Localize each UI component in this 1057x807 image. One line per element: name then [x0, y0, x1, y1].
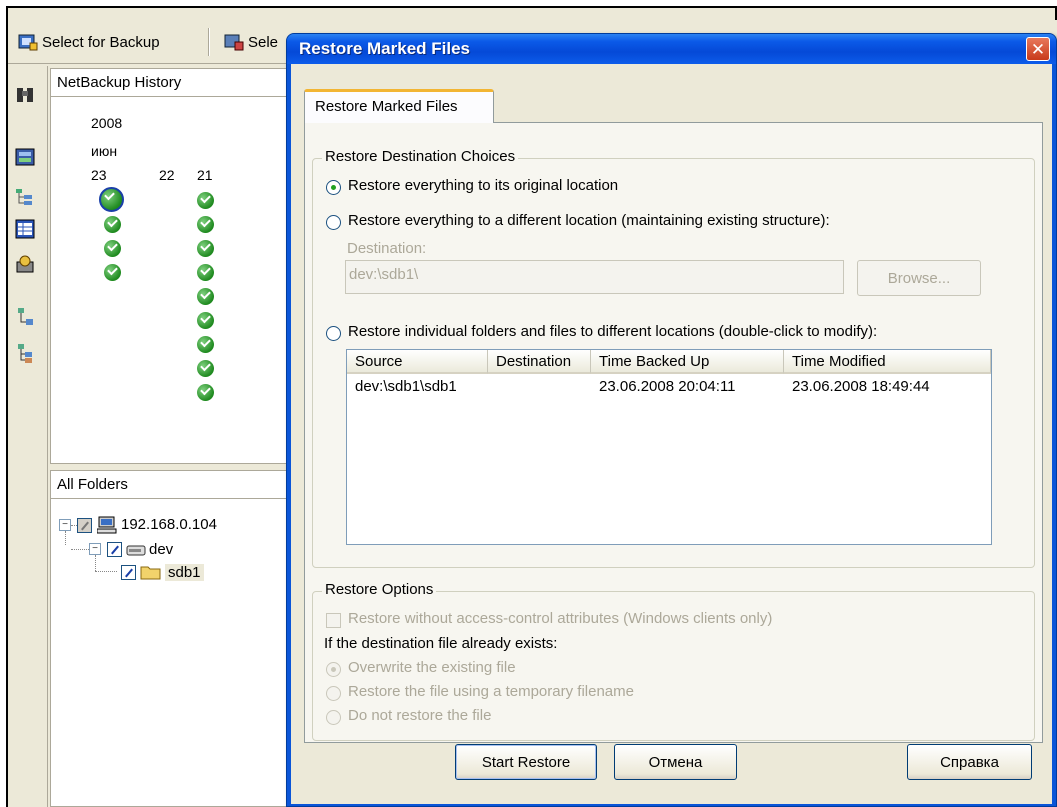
checkbox-no-acl[interactable] [326, 613, 341, 628]
exists-label: If the destination file already exists: [324, 635, 558, 652]
tab-page: Restore Destination Choices Restore ever… [304, 122, 1043, 743]
dialog-title: Restore Marked Files [299, 39, 471, 58]
close-icon: ✕ [1030, 39, 1046, 59]
column-header-source[interactable]: Source [347, 350, 488, 374]
help-button[interactable]: Справка [907, 744, 1032, 780]
backup-success-icon[interactable] [104, 216, 121, 233]
start-restore-button[interactable]: Start Restore [455, 744, 597, 780]
report-grid-icon[interactable] [14, 218, 36, 240]
tree-line [95, 555, 96, 571]
column-header-time-modified[interactable]: Time Modified [784, 350, 991, 374]
destination-group-label: Restore Destination Choices [322, 148, 519, 165]
dialog-title-bar[interactable]: Restore Marked Files ✕ [287, 34, 1056, 64]
cell-source: dev:\sdb1\sdb1 [355, 378, 457, 395]
column-header-time-backed-up[interactable]: Time Backed Up [591, 350, 784, 374]
history-day-22[interactable]: 22 [159, 167, 175, 183]
radio-original-location-label[interactable]: Restore everything to its original locat… [348, 177, 618, 194]
tree-item-dev[interactable]: dev [149, 541, 173, 558]
backup-success-icon[interactable] [197, 192, 214, 209]
browse-button[interactable]: Browse... [857, 260, 981, 296]
dialog-body: Restore Marked Files Restore Destination… [291, 64, 1052, 804]
tree-line [95, 571, 117, 572]
restore-file-list[interactable]: Source Destination Time Backed Up Time M… [346, 349, 992, 545]
drive-icon [126, 543, 146, 561]
tree-collapse-toggle[interactable]: − [59, 519, 71, 531]
tree-line [65, 531, 66, 545]
history-month: июн [91, 143, 118, 159]
radio-original-location[interactable] [326, 180, 341, 195]
tree-item-sdb1[interactable]: sdb1 [165, 564, 204, 581]
radio-individual-locations-label[interactable]: Restore individual folders and files to … [348, 323, 877, 340]
restore-select-icon [224, 33, 244, 51]
network-hosts-icon[interactable] [14, 306, 36, 328]
tree-view-icon[interactable] [14, 186, 36, 208]
radio-overwrite[interactable] [326, 662, 341, 677]
radio-do-not-restore-label: Do not restore the file [348, 707, 492, 724]
restore-dialog: Restore Marked Files ✕ Restore Marked Fi… [286, 33, 1057, 807]
radio-different-location-label[interactable]: Restore everything to a different locati… [348, 212, 830, 229]
cell-time-backed-up: 23.06.2008 20:04:11 [599, 378, 736, 395]
backup-success-icon[interactable] [104, 240, 121, 257]
tree-collapse-toggle[interactable]: − [89, 543, 101, 555]
history-year: 2008 [91, 115, 123, 131]
sdb1-checkbox[interactable] [121, 565, 136, 580]
radio-individual-locations[interactable] [326, 326, 341, 341]
checkbox-no-acl-label: Restore without access-control attribute… [348, 610, 773, 627]
destination-field[interactable]: dev:\sdb1\ [345, 260, 844, 294]
close-button[interactable]: ✕ [1026, 37, 1050, 61]
binoculars-icon[interactable] [14, 84, 36, 106]
select-for-backup-button[interactable]: Select for Backup [14, 28, 164, 56]
toolbar-separator [208, 28, 210, 56]
destination-label: Destination: [347, 240, 427, 257]
backup-success-icon[interactable] [197, 240, 214, 257]
backup-select-icon [18, 33, 38, 51]
options-group-label: Restore Options [322, 581, 437, 598]
select-for-restore-label: Sele [248, 33, 279, 51]
network-clients-icon[interactable] [14, 342, 36, 364]
table-row[interactable]: dev:\sdb1\sdb1 23.06.2008 20:04:11 23.06… [347, 376, 991, 398]
history-day-23[interactable]: 23 [91, 167, 107, 183]
tree-line [71, 549, 89, 550]
backup-success-icon[interactable] [197, 312, 214, 329]
tape-library-icon[interactable] [14, 146, 36, 168]
select-for-backup-label: Select for Backup [42, 33, 160, 51]
backup-success-icon[interactable] [197, 384, 214, 401]
drive-settings-icon[interactable] [14, 254, 36, 276]
radio-temp-filename[interactable] [326, 686, 341, 701]
computer-icon [96, 516, 117, 538]
radio-temp-filename-label: Restore the file using a temporary filen… [348, 683, 634, 700]
history-day-21[interactable]: 21 [197, 167, 213, 183]
folder-icon [140, 564, 162, 584]
host-checkbox[interactable] [77, 518, 92, 533]
radio-different-location[interactable] [326, 215, 341, 230]
cancel-button[interactable]: Отмена [614, 744, 737, 780]
tree-item-host[interactable]: 192.168.0.104 [121, 516, 217, 533]
cell-time-modified: 23.06.2008 18:49:44 [792, 378, 930, 395]
backup-success-icon[interactable] [197, 288, 214, 305]
radio-overwrite-label: Overwrite the existing file [348, 659, 516, 676]
side-toolbar [8, 66, 48, 807]
tab-restore-marked-files[interactable]: Restore Marked Files [304, 89, 494, 123]
column-header-destination[interactable]: Destination [488, 350, 591, 374]
backup-success-icon[interactable] [99, 187, 124, 212]
select-for-restore-button[interactable]: Sele [220, 28, 282, 56]
backup-success-icon[interactable] [197, 264, 214, 281]
backup-success-icon[interactable] [197, 216, 214, 233]
backup-success-icon[interactable] [197, 336, 214, 353]
radio-do-not-restore[interactable] [326, 710, 341, 725]
backup-success-icon[interactable] [197, 360, 214, 377]
backup-success-icon[interactable] [104, 264, 121, 281]
dev-checkbox[interactable] [107, 542, 122, 557]
